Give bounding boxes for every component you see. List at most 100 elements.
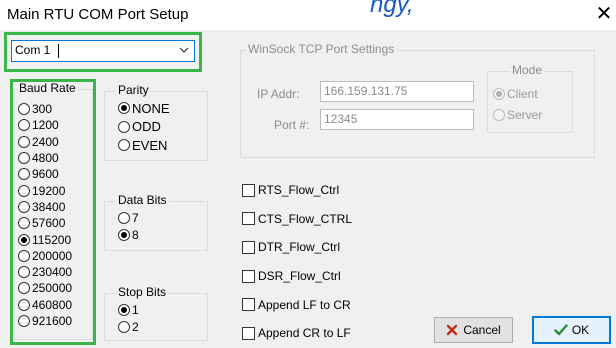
radio-button-icon[interactable]	[18, 119, 30, 132]
stop_bits-option[interactable]: 1	[118, 301, 178, 318]
title-bar: Main RTU COM Port Setup ngy, ✕	[0, 0, 616, 30]
flow-options: RTS_Flow_Ctrl CTS_Flow_CTRL DTR_Flow_Ctrl D…	[242, 176, 432, 348]
baud_rate-option[interactable]: 230400	[18, 264, 92, 280]
flow-option-checkbox[interactable]: DSR_Flow_Ctrl	[242, 262, 432, 291]
baud_rate-option-label: 460800	[32, 297, 73, 312]
data_bits-option-label: 7	[132, 210, 139, 225]
data-bits-label: Data Bits	[116, 193, 169, 207]
baud_rate-option[interactable]: 250000	[18, 280, 92, 296]
ok-button-label: OK	[571, 323, 590, 337]
radio-button-icon[interactable]	[118, 120, 130, 133]
baud_rate-option-label: 1200	[32, 118, 59, 133]
flow-option-checkbox[interactable]: Append LF to CR	[242, 290, 432, 319]
radio-button-icon[interactable]	[18, 168, 30, 181]
radio-button-icon[interactable]	[118, 211, 130, 224]
baud-rate-label: Baud Rate	[17, 81, 78, 95]
data_bits-option[interactable]: 7	[118, 209, 178, 226]
baud_rate-option-label: 921600	[32, 314, 73, 328]
radio-button-icon[interactable]	[18, 200, 30, 213]
chevron-down-icon[interactable]	[178, 44, 190, 56]
ip-address-input[interactable]: 166.159.131.75	[320, 81, 474, 102]
cancel-button[interactable]: Cancel	[434, 317, 513, 343]
radio-button-icon[interactable]	[18, 135, 30, 148]
flow-option-label: DSR_Flow_Ctrl	[258, 269, 341, 284]
com-port-value: Com 1	[15, 43, 51, 57]
x-mark-icon	[447, 324, 458, 336]
parity-option-label: EVEN	[132, 137, 168, 153]
radio-button-icon[interactable]	[118, 102, 130, 115]
radio-button-icon[interactable]	[18, 217, 30, 230]
radio-button-icon[interactable]	[493, 87, 505, 100]
baud_rate-option-label: 9600	[32, 167, 59, 182]
baud_rate-option-label: 200000	[32, 248, 73, 263]
checkbox-icon[interactable]	[242, 212, 255, 226]
stop_bits-option-label: 1	[132, 302, 139, 317]
flow-option-checkbox[interactable]: CTS_Flow_CTRL	[242, 205, 432, 234]
baud_rate-option[interactable]: 200000	[18, 248, 92, 264]
radio-button-icon[interactable]	[18, 184, 30, 197]
radio-button-icon[interactable]	[118, 139, 130, 152]
baud_rate-option[interactable]: 300	[18, 101, 92, 117]
ok-button[interactable]: OK	[532, 316, 611, 344]
baud_rate-option[interactable]: 2400	[18, 134, 92, 150]
data-bits-options: 78	[118, 209, 178, 243]
radio-button-icon[interactable]	[493, 108, 505, 121]
baud_rate-option[interactable]: 460800	[18, 297, 92, 313]
parity-option[interactable]: NONE	[118, 99, 198, 118]
text-cursor	[58, 44, 59, 58]
baud_rate-option[interactable]: 4800	[18, 150, 92, 166]
flow-option-label: RTS_Flow_Ctrl	[258, 183, 340, 198]
stop-bits-label: Stop Bits	[116, 285, 169, 299]
port-input[interactable]: 12345	[320, 109, 474, 130]
radio-button-icon[interactable]	[118, 228, 130, 241]
radio-button-icon[interactable]	[18, 315, 30, 327]
radio-button-icon[interactable]	[18, 266, 30, 279]
baud_rate-option[interactable]: 19200	[18, 182, 92, 198]
data_bits-option[interactable]: 8	[118, 226, 178, 243]
flow-option-label: Append CR to LF	[258, 326, 351, 341]
radio-button-icon[interactable]	[118, 303, 130, 316]
radio-button-icon[interactable]	[18, 152, 30, 165]
flow-option-checkbox[interactable]: Append CR to LF	[242, 319, 432, 348]
com-port-select[interactable]: Com 1	[11, 40, 195, 62]
checkbox-icon[interactable]	[242, 269, 255, 283]
flow-option-checkbox[interactable]: DTR_Flow_Ctrl	[242, 233, 432, 262]
baud_rate-option[interactable]: 921600	[18, 313, 92, 329]
stop_bits-option-label: 2	[132, 319, 139, 334]
checkbox-icon[interactable]	[242, 298, 255, 312]
baud_rate-option-label: 38400	[32, 199, 66, 214]
port-label: Port #:	[274, 118, 310, 132]
baud-rate-options: 300 1200 2400 4800 9600 19200 38400 57600 115200…	[18, 101, 92, 329]
radio-button-icon[interactable]	[18, 233, 30, 246]
background-window-text-fragment: ngy,	[370, 0, 414, 18]
checkbox-icon[interactable]	[242, 183, 255, 197]
radio-button-icon[interactable]	[18, 298, 30, 311]
baud_rate-option[interactable]: 57600	[18, 215, 92, 231]
radio-button-icon[interactable]	[18, 103, 30, 116]
close-icon[interactable]: ✕	[593, 3, 615, 25]
checkbox-icon[interactable]	[242, 240, 255, 254]
radio-button-icon[interactable]	[18, 282, 30, 295]
winsock.mode-option-label: Client	[507, 86, 538, 101]
checkbox-icon[interactable]	[242, 326, 255, 340]
baud_rate-option[interactable]: 1200	[18, 117, 92, 133]
winsock.mode-option[interactable]: Server	[493, 104, 571, 125]
baud_rate-option-label: 250000	[32, 281, 73, 296]
baud_rate-option[interactable]: 115200	[18, 231, 92, 247]
flow-option-checkbox[interactable]: RTS_Flow_Ctrl	[242, 176, 432, 205]
baud_rate-option[interactable]: 38400	[18, 199, 92, 215]
cancel-button-label: Cancel	[463, 323, 501, 337]
baud_rate-option-label: 300	[32, 102, 53, 117]
radio-button-icon[interactable]	[18, 249, 30, 262]
parity-option[interactable]: EVEN	[118, 136, 198, 155]
stop_bits-option[interactable]: 2	[118, 318, 178, 335]
parity-option[interactable]: ODD	[118, 118, 198, 137]
winsock.mode-option[interactable]: Client	[493, 83, 571, 104]
mode-options: Client Server	[493, 83, 571, 125]
parity-option-label: ODD	[132, 119, 161, 135]
radio-button-icon[interactable]	[118, 320, 130, 333]
baud_rate-option[interactable]: 9600	[18, 166, 92, 182]
parity-label: Parity	[116, 83, 151, 97]
parity-options: NONE ODD EVEN	[118, 99, 198, 155]
stop-bits-options: 12	[118, 301, 178, 335]
